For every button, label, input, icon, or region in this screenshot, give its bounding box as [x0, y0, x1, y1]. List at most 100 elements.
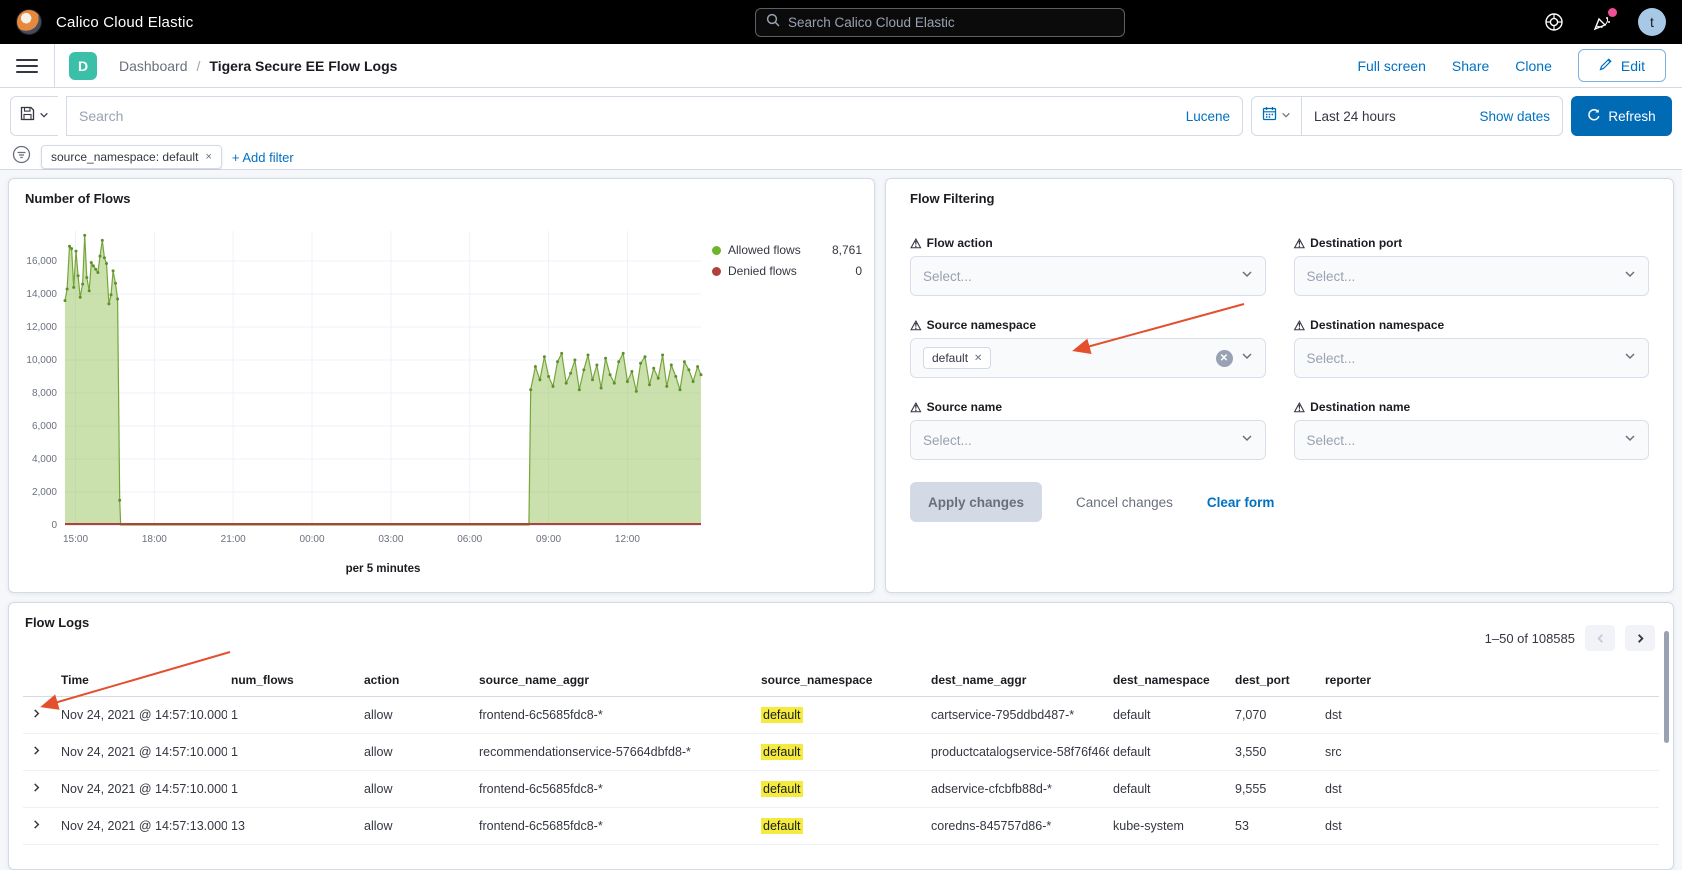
cell-num_flows: 13	[227, 808, 360, 845]
flow-filtering-panel: Flow Filtering ⚠Flow actionSelect...⚠Des…	[885, 178, 1674, 593]
chart-panel-title: Number of Flows	[25, 191, 130, 206]
pencil-icon	[1599, 57, 1613, 74]
query-search-input[interactable]: Search Lucene	[66, 96, 1243, 136]
cell-dest_namespace: default	[1109, 697, 1231, 734]
time-range-picker: Last 24 hours Show dates	[1251, 96, 1563, 136]
column-header-dest_name_aggr[interactable]: dest_name_aggr	[927, 665, 1109, 697]
query-language-button[interactable]: Lucene	[1186, 109, 1230, 124]
legend-item[interactable]: Denied flows0	[712, 264, 862, 278]
cell-dest_port: 53	[1231, 808, 1321, 845]
table-row: Nov 24, 2021 @ 14:57:10.0001allowfronten…	[23, 771, 1659, 808]
highlighted-value: default	[761, 707, 803, 723]
column-header-source_name_aggr[interactable]: source_name_aggr	[475, 665, 757, 697]
row-expand-button[interactable]	[23, 808, 57, 845]
svg-text:09:00: 09:00	[536, 534, 561, 545]
cell-dest_name_aggr: productcatalogservice-58f76f466d-*	[927, 734, 1109, 771]
cell-dest_namespace: default	[1109, 771, 1231, 808]
column-header-reporter[interactable]: reporter	[1321, 665, 1659, 697]
warning-icon: ⚠	[910, 237, 922, 250]
clone-button[interactable]: Clone	[1515, 58, 1552, 74]
number-of-flows-panel: Number of Flows 02,0004,0006,0008,00010,…	[8, 178, 875, 593]
notification-dot	[1608, 8, 1617, 17]
global-search-input[interactable]: Search Calico Cloud Elastic	[755, 8, 1125, 37]
column-header-dest_namespace[interactable]: dest_namespace	[1109, 665, 1231, 697]
cell-dest_name_aggr: adservice-cfcbfb88d-*	[927, 771, 1109, 808]
source-namespace-select[interactable]: default✕✕	[910, 338, 1266, 378]
filter-field-destination-port: ⚠Destination portSelect...	[1294, 236, 1650, 296]
remove-filter-icon[interactable]: ×	[205, 151, 211, 163]
refresh-button[interactable]: Refresh	[1571, 96, 1672, 136]
flow-action-select[interactable]: Select...	[910, 256, 1266, 296]
column-header-source_namespace[interactable]: source_namespace	[757, 665, 927, 697]
destination-name-select[interactable]: Select...	[1294, 420, 1650, 460]
cell-reporter: dst	[1321, 697, 1659, 734]
column-header-num_flows[interactable]: num_flows	[227, 665, 360, 697]
svg-text:10,000: 10,000	[26, 355, 57, 366]
news-party-popper-icon[interactable]	[1590, 10, 1614, 34]
column-header-time[interactable]: Time	[57, 665, 227, 697]
filter-field-label: Source name	[927, 400, 1002, 414]
cell-dest_name_aggr: coredns-845757d86-*	[927, 808, 1109, 845]
table-scrollbar[interactable]	[1664, 631, 1669, 743]
highlighted-value: default	[761, 744, 803, 760]
row-expand-button[interactable]	[23, 697, 57, 734]
clear-selection-icon[interactable]: ✕	[1216, 350, 1233, 367]
clear-form-button[interactable]: Clear form	[1207, 495, 1275, 510]
pagination: 1–50 of 108585	[1485, 625, 1655, 651]
cell-num_flows: 1	[227, 734, 360, 771]
cell-source_name_aggr: recommendationservice-57664dbfd8-*	[475, 734, 757, 771]
cell-reporter: src	[1321, 734, 1659, 771]
divider	[54, 44, 55, 88]
cell-dest_port: 7,070	[1231, 697, 1321, 734]
svg-text:0: 0	[51, 520, 57, 531]
chevron-down-icon	[1241, 267, 1253, 285]
remove-value-icon[interactable]: ✕	[974, 353, 982, 364]
row-expand-button[interactable]	[23, 771, 57, 808]
chart-x-caption: per 5 minutes	[65, 563, 701, 575]
filter-field-destination-name: ⚠Destination nameSelect...	[1294, 400, 1650, 460]
user-avatar[interactable]: t	[1638, 8, 1666, 36]
cell-time: Nov 24, 2021 @ 14:57:10.000	[57, 697, 227, 734]
cell-num_flows: 1	[227, 697, 360, 734]
previous-page-button[interactable]	[1585, 625, 1615, 651]
svg-text:03:00: 03:00	[378, 534, 403, 545]
filter-icon[interactable]	[12, 145, 31, 169]
cell-dest_namespace: default	[1109, 734, 1231, 771]
edit-button[interactable]: Edit	[1578, 49, 1666, 82]
row-expand-button[interactable]	[23, 734, 57, 771]
apply-changes-button[interactable]: Apply changes	[910, 482, 1042, 522]
show-dates-button[interactable]: Show dates	[1479, 109, 1550, 124]
filter-field-flow-action: ⚠Flow actionSelect...	[910, 236, 1266, 296]
warning-icon: ⚠	[1294, 401, 1306, 414]
cell-num_flows: 1	[227, 771, 360, 808]
next-page-button[interactable]	[1625, 625, 1655, 651]
cell-source_namespace: default	[757, 734, 927, 771]
legend-item[interactable]: Allowed flows8,761	[712, 243, 862, 257]
destination-port-select[interactable]: Select...	[1294, 256, 1650, 296]
column-header-action[interactable]: action	[360, 665, 475, 697]
time-range-value[interactable]: Last 24 hours	[1314, 109, 1396, 124]
menu-hamburger-icon[interactable]	[16, 59, 38, 73]
chevron-down-icon	[1281, 107, 1291, 125]
filter-pill-source-namespace[interactable]: source_namespace: default ×	[41, 145, 222, 169]
help-icon[interactable]	[1542, 10, 1566, 34]
search-icon	[766, 13, 780, 32]
calendar-menu-button[interactable]	[1252, 97, 1302, 135]
share-button[interactable]: Share	[1452, 58, 1489, 74]
destination-namespace-select[interactable]: Select...	[1294, 338, 1650, 378]
column-header-dest_port[interactable]: dest_port	[1231, 665, 1321, 697]
cell-reporter: dst	[1321, 808, 1659, 845]
cell-action: allow	[360, 697, 475, 734]
source-name-select[interactable]: Select...	[910, 420, 1266, 460]
saved-query-menu-button[interactable]	[10, 96, 58, 136]
svg-text:2,000: 2,000	[32, 487, 57, 498]
add-filter-button[interactable]: + Add filter	[232, 150, 294, 165]
selected-value-pill[interactable]: default✕	[923, 347, 991, 369]
full-screen-button[interactable]: Full screen	[1357, 58, 1425, 74]
cancel-changes-button[interactable]: Cancel changes	[1076, 495, 1173, 510]
breadcrumb-dashboard[interactable]: Dashboard	[119, 58, 188, 74]
highlighted-value: default	[761, 818, 803, 834]
table-header-row: Timenum_flowsactionsource_name_aggrsourc…	[23, 665, 1659, 697]
query-placeholder: Search	[79, 108, 123, 124]
filter-field-source-name: ⚠Source nameSelect...	[910, 400, 1266, 460]
